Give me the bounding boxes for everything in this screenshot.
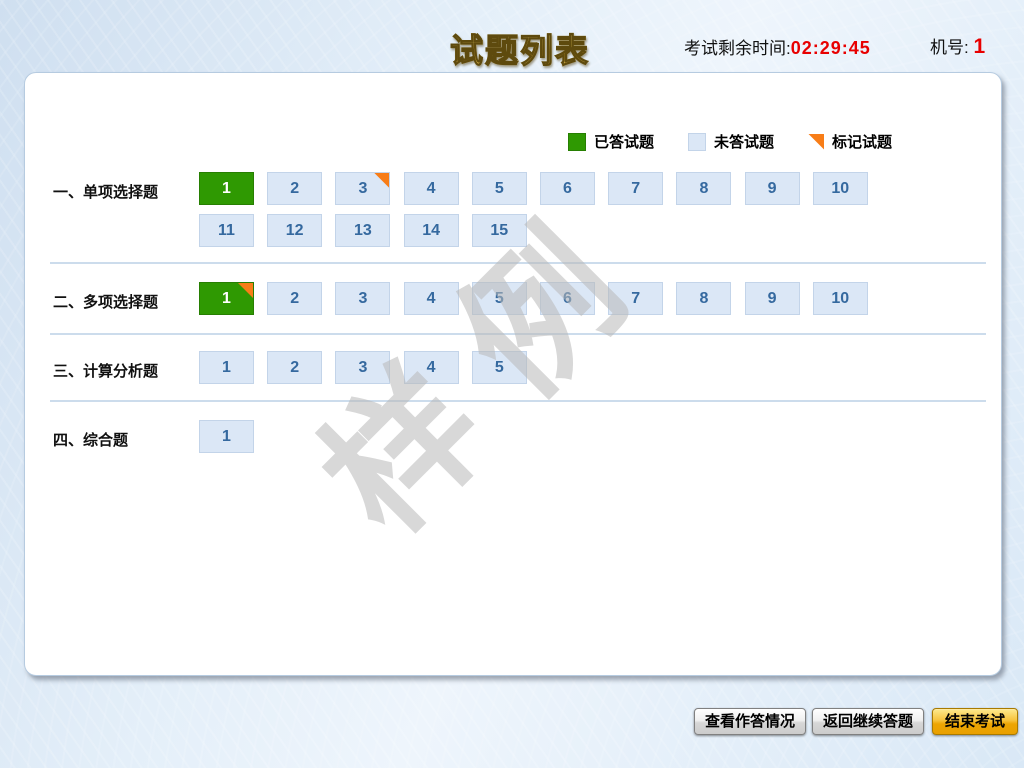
question-button-calc-analysis-5[interactable]: 5 (472, 351, 527, 384)
question-button-single-choice-8[interactable]: 8 (676, 172, 731, 205)
question-button-single-choice-6[interactable]: 6 (540, 172, 595, 205)
machine-value: 1 (973, 35, 985, 58)
return-continue-button[interactable]: 返回继续答题 (812, 708, 924, 735)
question-button-multi-choice-4[interactable]: 4 (404, 282, 459, 315)
question-button-multi-choice-10[interactable]: 10 (813, 282, 868, 315)
question-button-single-choice-2[interactable]: 2 (267, 172, 322, 205)
question-button-multi-choice-7[interactable]: 7 (608, 282, 663, 315)
page-title: 试题列表 (450, 24, 590, 72)
question-button-single-choice-9[interactable]: 9 (745, 172, 800, 205)
question-button-single-choice-4[interactable]: 4 (404, 172, 459, 205)
question-button-single-choice-12[interactable]: 12 (267, 214, 322, 247)
section-divider (50, 262, 986, 264)
legend-marked-label: 标记试题 (832, 131, 892, 152)
view-answers-button[interactable]: 查看作答情况 (694, 708, 806, 735)
question-button-single-choice-5[interactable]: 5 (472, 172, 527, 205)
exam-timer: 考试剩余时间:02:29:45 (684, 34, 871, 59)
question-button-calc-analysis-3[interactable]: 3 (335, 351, 390, 384)
legend-marked: 标记试题 (808, 131, 892, 152)
question-button-single-choice-14[interactable]: 14 (404, 214, 459, 247)
section-divider (50, 333, 986, 335)
question-button-multi-choice-1[interactable]: 1 (199, 282, 254, 315)
legend: 已答试题 未答试题 标记试题 (568, 131, 892, 152)
section-label-single-choice: 一、单项选择题 (53, 181, 158, 202)
question-button-single-choice-11[interactable]: 11 (199, 214, 254, 247)
question-button-multi-choice-8[interactable]: 8 (676, 282, 731, 315)
timer-label: 考试剩余时间: (684, 39, 791, 58)
section-label-calc-analysis: 三、计算分析题 (53, 360, 158, 381)
answered-swatch-icon (568, 133, 586, 151)
question-button-comprehensive-1[interactable]: 1 (199, 420, 254, 453)
marked-corner-icon (374, 173, 389, 188)
question-button-multi-choice-2[interactable]: 2 (267, 282, 322, 315)
legend-answered: 已答试题 (568, 131, 654, 152)
machine-label: 机号: (930, 38, 969, 57)
question-button-single-choice-15[interactable]: 15 (472, 214, 527, 247)
question-button-calc-analysis-4[interactable]: 4 (404, 351, 459, 384)
section-divider (50, 400, 986, 402)
marked-corner-icon (808, 134, 824, 150)
question-button-multi-choice-3[interactable]: 3 (335, 282, 390, 315)
legend-unanswered: 未答试题 (688, 131, 774, 152)
question-button-single-choice-10[interactable]: 10 (813, 172, 868, 205)
question-button-multi-choice-9[interactable]: 9 (745, 282, 800, 315)
question-button-calc-analysis-1[interactable]: 1 (199, 351, 254, 384)
legend-answered-label: 已答试题 (594, 131, 654, 152)
section-label-comprehensive: 四、综合题 (53, 429, 128, 450)
unanswered-swatch-icon (688, 133, 706, 151)
legend-unanswered-label: 未答试题 (714, 131, 774, 152)
end-exam-button[interactable]: 结束考试 (932, 708, 1018, 735)
timer-value: 02:29:45 (791, 38, 871, 58)
question-button-calc-analysis-2[interactable]: 2 (267, 351, 322, 384)
question-button-single-choice-1[interactable]: 1 (199, 172, 254, 205)
question-button-multi-choice-5[interactable]: 5 (472, 282, 527, 315)
machine-number: 机号: 1 (930, 33, 985, 59)
question-button-single-choice-13[interactable]: 13 (335, 214, 390, 247)
section-label-multi-choice: 二、多项选择题 (53, 291, 158, 312)
question-button-multi-choice-6[interactable]: 6 (540, 282, 595, 315)
marked-corner-icon (238, 283, 253, 298)
question-button-single-choice-7[interactable]: 7 (608, 172, 663, 205)
question-button-single-choice-3[interactable]: 3 (335, 172, 390, 205)
